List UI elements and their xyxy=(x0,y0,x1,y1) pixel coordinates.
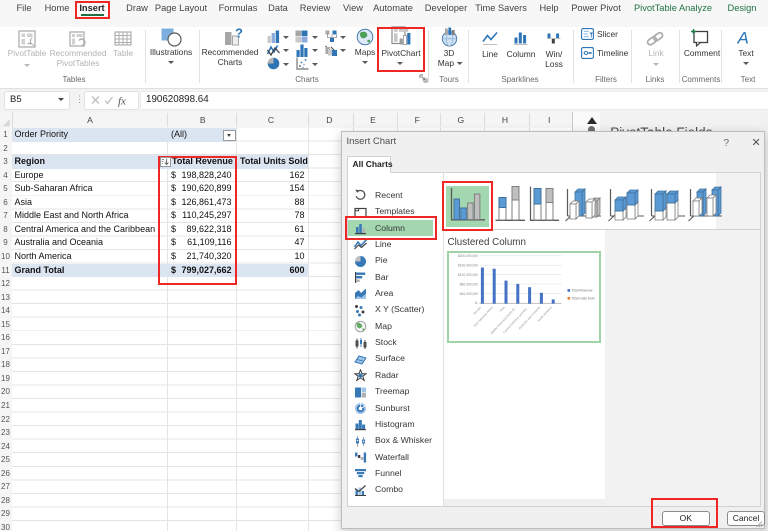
svg-text:Total Revenue: Total Revenue xyxy=(572,289,593,293)
svg-text:Europe: Europe xyxy=(472,305,482,315)
svg-text:Total Units Sold: Total Units Sold xyxy=(572,296,595,300)
svg-text:Asia: Asia xyxy=(499,305,506,312)
svg-text:fx: fx xyxy=(118,96,126,108)
svg-text:$120,000,000: $120,000,000 xyxy=(458,273,478,277)
svg-text:$200,000,000: $200,000,000 xyxy=(458,254,478,258)
svg-text:$160,000,000: $160,000,000 xyxy=(458,263,478,267)
svg-text:$-: $- xyxy=(475,301,478,305)
svg-text:A: A xyxy=(737,29,749,46)
svg-text:?: ? xyxy=(235,27,243,41)
svg-text:$80,000,000: $80,000,000 xyxy=(460,282,479,286)
svg-text:$40,000,000: $40,000,000 xyxy=(460,292,479,296)
